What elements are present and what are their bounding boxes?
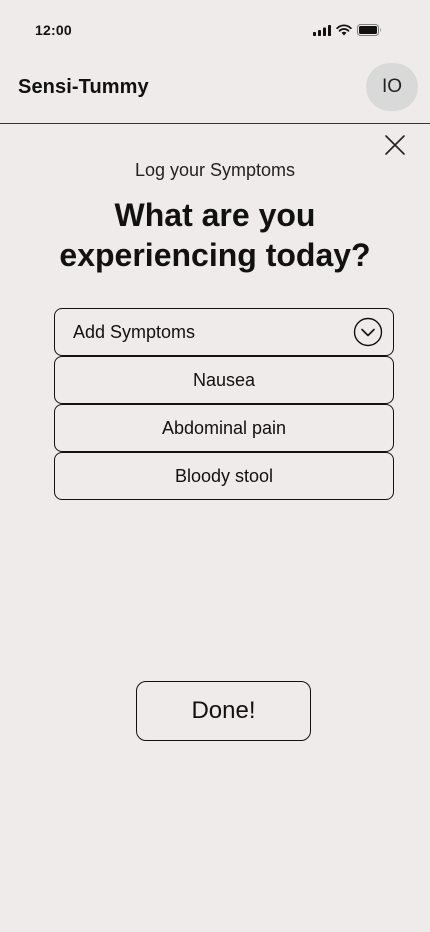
app-title: Sensi-Tummy	[18, 76, 149, 98]
close-button[interactable]	[384, 134, 406, 156]
wifi-icon	[336, 24, 352, 36]
signal-icon	[313, 24, 331, 36]
symptom-option-nausea[interactable]: Nausea	[54, 356, 394, 404]
modal-heading: What are you experiencing today?	[59, 197, 371, 273]
screen: 12:00 Sensi-Tummy IO Log your Symptoms W…	[0, 0, 430, 932]
modal-subtitle: Log your Symptoms	[134, 160, 296, 180]
add-symptoms-dropdown[interactable]: Add Symptoms	[54, 308, 394, 356]
app-header: Sensi-Tummy IO	[0, 62, 430, 124]
done-button[interactable]: Done!	[136, 681, 311, 741]
battery-icon	[357, 24, 382, 36]
close-icon	[385, 135, 405, 155]
symptom-option-abdominal-pain[interactable]: Abdominal pain	[54, 404, 394, 452]
status-time: 12:00	[35, 22, 72, 38]
header-divider	[0, 123, 430, 124]
status-bar: 12:00	[0, 0, 430, 62]
chevron-down-icon[interactable]	[353, 317, 383, 347]
avatar[interactable]: IO	[366, 63, 418, 111]
symptom-option-bloody-stool[interactable]: Bloody stool	[54, 452, 394, 500]
status-icons	[313, 24, 382, 36]
dropdown-label: Add Symptoms	[73, 322, 196, 342]
